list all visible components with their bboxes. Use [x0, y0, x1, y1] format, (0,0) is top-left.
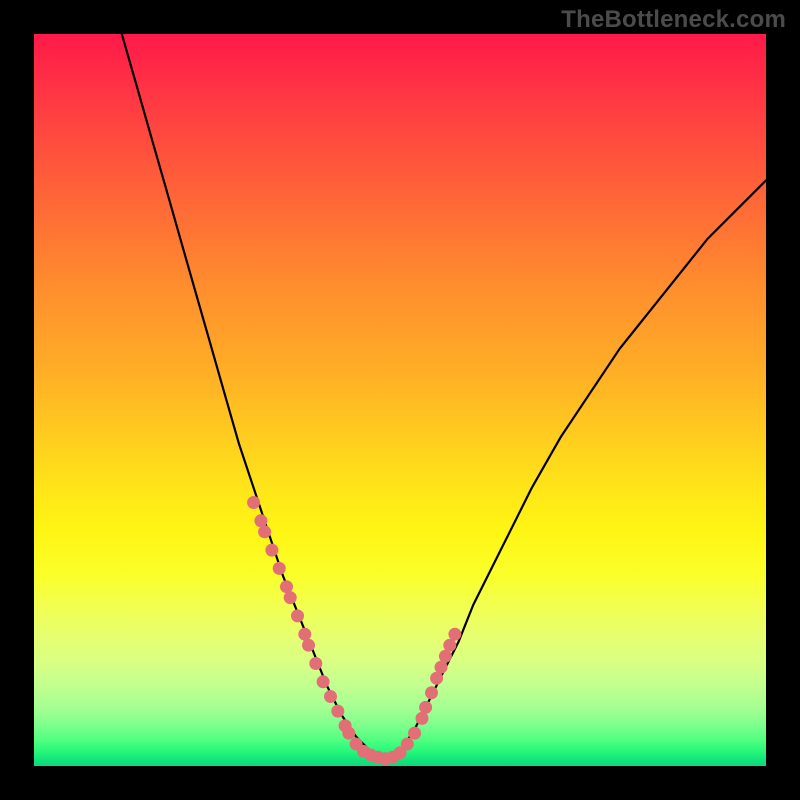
marker-point [284, 591, 297, 604]
marker-point [298, 628, 311, 641]
marker-point [324, 690, 337, 703]
watermark-text: TheBottleneck.com [561, 6, 786, 34]
marker-point [419, 701, 432, 714]
marker-point [408, 727, 421, 740]
plot-area [34, 34, 766, 766]
outer-frame: TheBottleneck.com [0, 0, 800, 800]
marker-point [302, 639, 315, 652]
marker-point [317, 675, 330, 688]
marker-point [309, 657, 322, 670]
marker-point [291, 609, 304, 622]
marker-point [401, 738, 414, 751]
marker-point [254, 514, 267, 527]
marker-point [425, 686, 438, 699]
marker-point [448, 628, 461, 641]
marker-layer [247, 496, 461, 765]
marker-point [258, 525, 271, 538]
marker-point [247, 496, 260, 509]
marker-point [416, 712, 429, 725]
marker-point [273, 562, 286, 575]
marker-point [342, 727, 355, 740]
marker-point [265, 544, 278, 557]
chart-svg [34, 34, 766, 766]
marker-point [331, 705, 344, 718]
